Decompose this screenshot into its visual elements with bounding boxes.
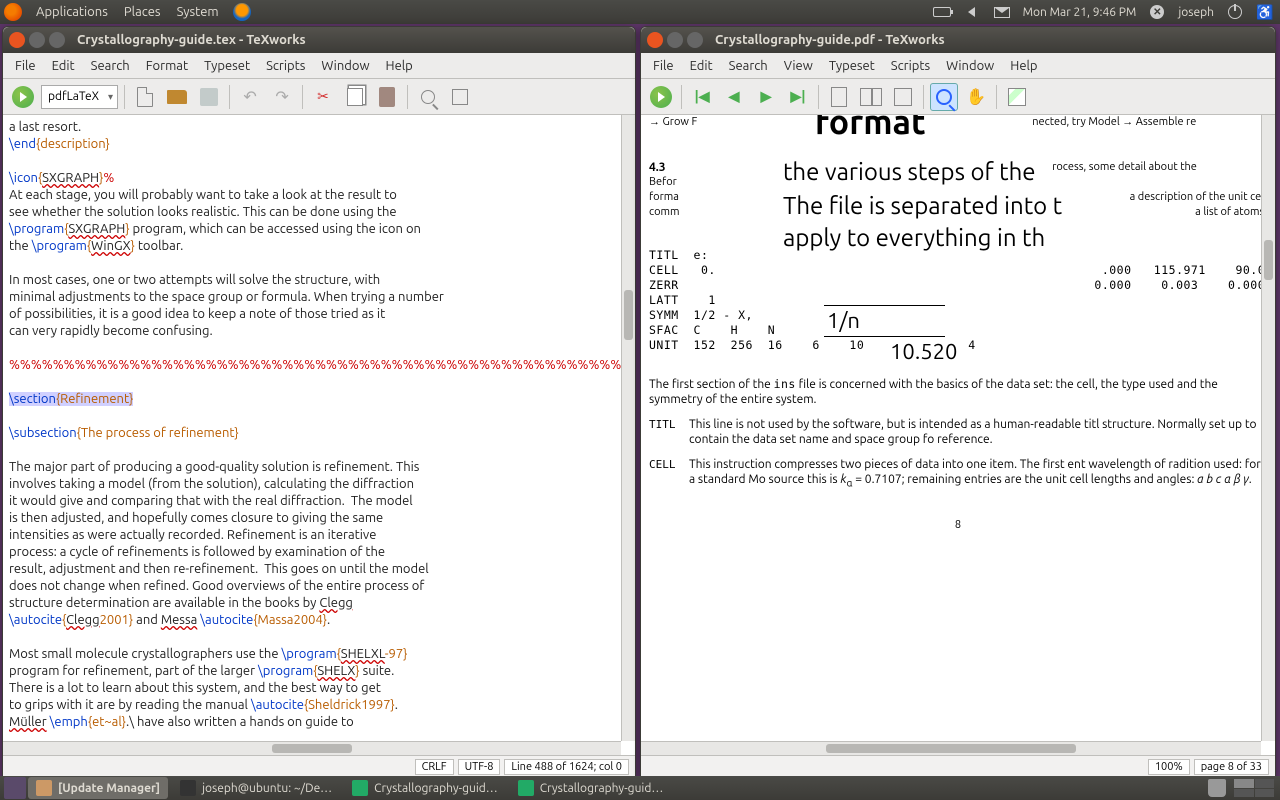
status-encoding[interactable]: UTF-8 <box>458 759 501 775</box>
task-texworks-editor[interactable]: Crystallography-guid… <box>344 777 506 799</box>
magnified-text: 1/n <box>824 305 945 337</box>
viewer-statusbar: 100% page 8 of 33 <box>641 755 1275 777</box>
status-zoom[interactable]: 100% <box>1148 759 1190 775</box>
show-desktop-button[interactable] <box>4 777 26 799</box>
save-button[interactable] <box>195 83 223 111</box>
battery-icon[interactable] <box>933 5 951 19</box>
zoom-button[interactable] <box>930 83 958 111</box>
source-editor[interactable]: a last resort. \end{description} \icon{S… <box>3 115 635 755</box>
magnified-text: the various steps of the <box>779 157 1040 187</box>
paste-button[interactable] <box>373 83 401 111</box>
menu-file[interactable]: File <box>7 57 44 75</box>
editor-title: Crystallography-guide.tex - TeXworks <box>77 33 306 47</box>
status-eol[interactable]: CRLF <box>415 759 454 775</box>
status-position: Line 488 of 1624; col 0 <box>504 759 629 775</box>
sync-button[interactable] <box>1003 83 1031 111</box>
maximize-icon[interactable] <box>687 32 703 48</box>
prev-page-button[interactable] <box>720 83 748 111</box>
minimize-icon[interactable] <box>667 32 683 48</box>
editor-menubar: File Edit Search Format Typeset Scripts … <box>3 53 635 79</box>
close-icon[interactable] <box>647 32 663 48</box>
editor-titlebar[interactable]: Crystallography-guide.tex - TeXworks <box>3 27 635 53</box>
last-page-button[interactable] <box>784 83 812 111</box>
viewer-hscroll[interactable] <box>641 741 1261 755</box>
tex-editor-window: Crystallography-guide.tex - TeXworks Fil… <box>2 26 636 778</box>
page-number: 8 <box>649 518 1267 533</box>
menu-edit[interactable]: Edit <box>682 57 721 75</box>
menu-help[interactable]: Help <box>378 57 421 75</box>
viewer-menubar: File Edit Search View Typeset Scripts Wi… <box>641 53 1275 79</box>
redo-button[interactable]: ↷ <box>268 83 296 111</box>
engine-dropdown[interactable]: pdfLaTeX <box>41 85 118 109</box>
menu-view[interactable]: View <box>776 57 821 75</box>
search-button[interactable] <box>414 83 442 111</box>
mail-icon[interactable] <box>993 5 1011 19</box>
next-page-button[interactable] <box>752 83 780 111</box>
maximize-icon[interactable] <box>49 32 65 48</box>
places-menu[interactable]: Places <box>116 5 169 19</box>
clock[interactable]: Mon Mar 21, 9:46 PM <box>1017 6 1143 19</box>
task-update-manager[interactable]: [Update Manager] <box>28 777 168 799</box>
cut-button[interactable]: ✂ <box>309 83 337 111</box>
typeset-button[interactable] <box>9 83 37 111</box>
menu-typeset[interactable]: Typeset <box>821 57 883 75</box>
bottom-panel: [Update Manager] joseph@ubuntu: ~/De… Cr… <box>0 776 1280 800</box>
viewer-toolbar: ✋ <box>641 79 1275 115</box>
logout-icon[interactable]: ✕ <box>1148 5 1166 19</box>
minimize-icon[interactable] <box>29 32 45 48</box>
apps-menu[interactable]: Applications <box>28 5 116 19</box>
new-button[interactable] <box>131 83 159 111</box>
status-page[interactable]: page 8 of 33 <box>1194 759 1269 775</box>
pdf-bg-text: → Grow F nected, try Model → Assemble re <box>649 115 1267 130</box>
menu-scripts[interactable]: Scripts <box>883 57 938 75</box>
magnified-text: format <box>811 115 930 137</box>
close-icon[interactable] <box>9 32 25 48</box>
menu-scripts[interactable]: Scripts <box>258 57 313 75</box>
ubuntu-logo-icon <box>4 3 22 21</box>
viewer-titlebar[interactable]: Crystallography-guide.pdf - TeXworks <box>641 27 1275 53</box>
editor-vscroll[interactable] <box>621 115 635 741</box>
first-page-button[interactable] <box>688 83 716 111</box>
replace-button[interactable] <box>446 83 474 111</box>
trash-icon[interactable] <box>1208 779 1226 797</box>
typeset-button[interactable] <box>647 83 675 111</box>
viewer-vscroll[interactable] <box>1261 115 1275 741</box>
task-terminal[interactable]: joseph@ubuntu: ~/De… <box>172 777 340 799</box>
menu-search[interactable]: Search <box>721 57 776 75</box>
editor-toolbar: pdfLaTeX ↶ ↷ ✂ <box>3 79 635 115</box>
magnified-text: apply to everything in th <box>779 223 1049 253</box>
pdf-view[interactable]: → Grow F nected, try Model → Assemble re… <box>641 115 1275 755</box>
menu-typeset[interactable]: Typeset <box>196 57 258 75</box>
volume-icon[interactable] <box>963 5 981 19</box>
menu-help[interactable]: Help <box>1002 57 1045 75</box>
workspace-switcher[interactable] <box>1234 779 1274 797</box>
editor-statusbar: CRLF UTF-8 Line 488 of 1624; col 0 <box>3 755 635 777</box>
top-panel: Applications Places System Mon Mar 21, 9… <box>0 0 1280 24</box>
magnified-text: The file is separated into t <box>779 191 1066 221</box>
menu-edit[interactable]: Edit <box>44 57 83 75</box>
power-icon[interactable] <box>1226 5 1244 19</box>
open-button[interactable] <box>163 83 191 111</box>
viewer-title: Crystallography-guide.pdf - TeXworks <box>715 33 945 47</box>
system-menu[interactable]: System <box>169 5 227 19</box>
menu-format[interactable]: Format <box>138 57 196 75</box>
user-name[interactable]: joseph <box>1172 6 1220 19</box>
two-page-button[interactable] <box>857 83 885 111</box>
menu-window[interactable]: Window <box>938 57 1002 75</box>
magnified-text: 10.520 <box>886 337 961 367</box>
fit-width-button[interactable] <box>889 83 917 111</box>
pan-button[interactable]: ✋ <box>962 83 990 111</box>
pdf-viewer-window: Crystallography-guide.pdf - TeXworks Fil… <box>640 26 1276 778</box>
menu-file[interactable]: File <box>645 57 682 75</box>
menu-window[interactable]: Window <box>313 57 377 75</box>
single-page-button[interactable] <box>825 83 853 111</box>
accessibility-icon[interactable]: ♿ <box>1256 5 1274 19</box>
menu-search[interactable]: Search <box>83 57 138 75</box>
firefox-icon[interactable] <box>233 3 251 21</box>
undo-button[interactable]: ↶ <box>236 83 264 111</box>
task-texworks-viewer[interactable]: Crystallography-guid… <box>510 777 672 799</box>
editor-hscroll[interactable] <box>3 741 621 755</box>
copy-button[interactable] <box>341 83 369 111</box>
